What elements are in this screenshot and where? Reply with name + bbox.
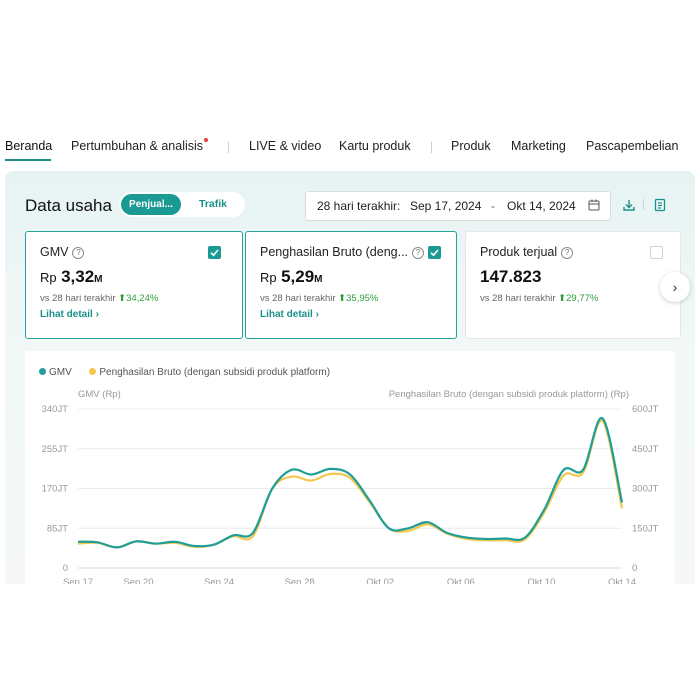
nav-tab-beranda[interactable]: Beranda xyxy=(5,139,52,153)
y-right-tick-label: 300JT xyxy=(632,484,659,495)
nav-divider xyxy=(431,142,432,153)
view-detail-link[interactable]: Lihat detail › xyxy=(260,309,319,320)
x-tick-label: Sep 20 xyxy=(123,577,153,584)
metric-comparison: vs 28 hari terakhir ⬆︎35,95% xyxy=(260,293,379,304)
y-right-tick-label: 450JT xyxy=(632,444,659,455)
nav-tab-kartu-produk[interactable]: Kartu produk xyxy=(339,139,411,153)
app-frame: Beranda Pertumbuhan & analisis LIVE & vi… xyxy=(0,116,700,584)
nav-tab-produk[interactable]: Produk xyxy=(451,139,491,153)
y-left-tick-label: 0 xyxy=(63,563,68,574)
metric-title: Produk terjual? xyxy=(480,245,574,259)
nav-tab-marketing[interactable]: Marketing xyxy=(511,139,566,153)
x-tick-label: Sep 17 xyxy=(63,577,93,584)
nav-tab-pertumbuhan[interactable]: Pertumbuhan & analisis xyxy=(71,139,203,153)
toolbar-divider xyxy=(643,199,644,210)
download-icon[interactable] xyxy=(622,198,636,212)
nav-tab-live-video[interactable]: LIVE & video xyxy=(249,139,321,153)
info-icon[interactable]: ? xyxy=(72,247,85,259)
metric-title: Penghasilan Bruto (deng...? xyxy=(260,245,425,259)
metric-title: GMV? xyxy=(40,245,85,259)
y-left-tick-label: 340JT xyxy=(42,404,69,415)
checkbox-unchecked[interactable] xyxy=(650,246,663,259)
data-segment-toggle: Penjual... Trafik xyxy=(119,192,245,217)
trend-up-icon: ⬆︎ xyxy=(338,293,347,304)
chevron-right-icon: › xyxy=(672,279,678,295)
metric-card-gmv[interactable]: GMV? Rp 3,32M vs 28 hari terakhir ⬆︎34,2… xyxy=(25,231,243,339)
metric-card-penghasilan-bruto[interactable]: Penghasilan Bruto (deng...? Rp 5,29M vs … xyxy=(245,231,457,339)
next-cards-button[interactable]: › xyxy=(660,272,690,302)
metric-value: 147.823 xyxy=(480,267,542,286)
metric-value: Rp 5,29M xyxy=(260,267,323,286)
date-range-label: 28 hari terakhir: xyxy=(317,199,401,213)
checkbox-checked-icon[interactable] xyxy=(428,246,441,259)
panel-title: Data usaha xyxy=(25,196,112,215)
nav-tab-pascapembelian[interactable]: Pascapembelian xyxy=(586,139,678,153)
view-detail-link[interactable]: Lihat detail › xyxy=(40,309,99,320)
y-left-tick-label: 255JT xyxy=(42,444,69,455)
nav-active-indicator xyxy=(5,159,51,161)
info-icon[interactable]: ? xyxy=(561,247,574,259)
date-range-picker[interactable]: 28 hari terakhir: Sep 17, 2024 - Okt 14,… xyxy=(305,191,611,221)
x-tick-label: Sep 24 xyxy=(204,577,234,584)
checkbox-checked-icon[interactable] xyxy=(208,246,221,259)
chevron-right-icon: › xyxy=(315,309,319,320)
metric-value: Rp 3,32M xyxy=(40,267,103,286)
y-right-tick-label: 150JT xyxy=(632,523,659,534)
report-icon[interactable] xyxy=(653,198,667,212)
segment-penjualan[interactable]: Penjual... xyxy=(121,194,181,215)
metric-comparison: vs 28 hari terakhir ⬆︎29,77% xyxy=(480,293,599,304)
x-tick-label: Sep 28 xyxy=(285,577,315,584)
notification-dot xyxy=(204,138,208,142)
metric-card-produk-terjual[interactable]: Produk terjual? 147.823 vs 28 hari terak… xyxy=(465,231,681,339)
y-right-tick-label: 0 xyxy=(632,563,637,574)
x-tick-label: Okt 10 xyxy=(527,577,555,584)
trend-up-icon: ⬆︎ xyxy=(558,293,567,304)
trend-up-icon: ⬆︎ xyxy=(118,293,127,304)
date-separator: - xyxy=(491,199,495,213)
top-nav: Beranda Pertumbuhan & analisis LIVE & vi… xyxy=(0,116,700,168)
chart-plot: 0 0 85JT 150JT 170JT 300JT 255JT 450JT 340JT 600J… xyxy=(42,404,659,584)
business-data-panel: Data usaha Penjual... Trafik 28 hari ter… xyxy=(5,171,695,584)
y-left-tick-label: 85JT xyxy=(47,523,68,534)
nav-divider xyxy=(228,142,229,153)
calendar-icon xyxy=(588,199,600,211)
info-icon[interactable]: ? xyxy=(412,247,425,259)
x-tick-label: Okt 06 xyxy=(447,577,475,584)
trend-chart: GMV Penghasilan Bruto (dengan subsidi pr… xyxy=(25,351,675,584)
segment-trafik[interactable]: Trafik xyxy=(199,192,227,217)
date-start: Sep 17, 2024 xyxy=(410,199,482,213)
y-right-tick-label: 600JT xyxy=(632,404,659,415)
y-left-tick-label: 170JT xyxy=(42,484,69,495)
chevron-right-icon: › xyxy=(95,309,99,320)
x-tick-label: Okt 14 xyxy=(608,577,636,584)
date-end: Okt 14, 2024 xyxy=(507,199,576,213)
metric-comparison: vs 28 hari terakhir ⬆︎34,24% xyxy=(40,293,159,304)
x-tick-label: Okt 02 xyxy=(366,577,394,584)
